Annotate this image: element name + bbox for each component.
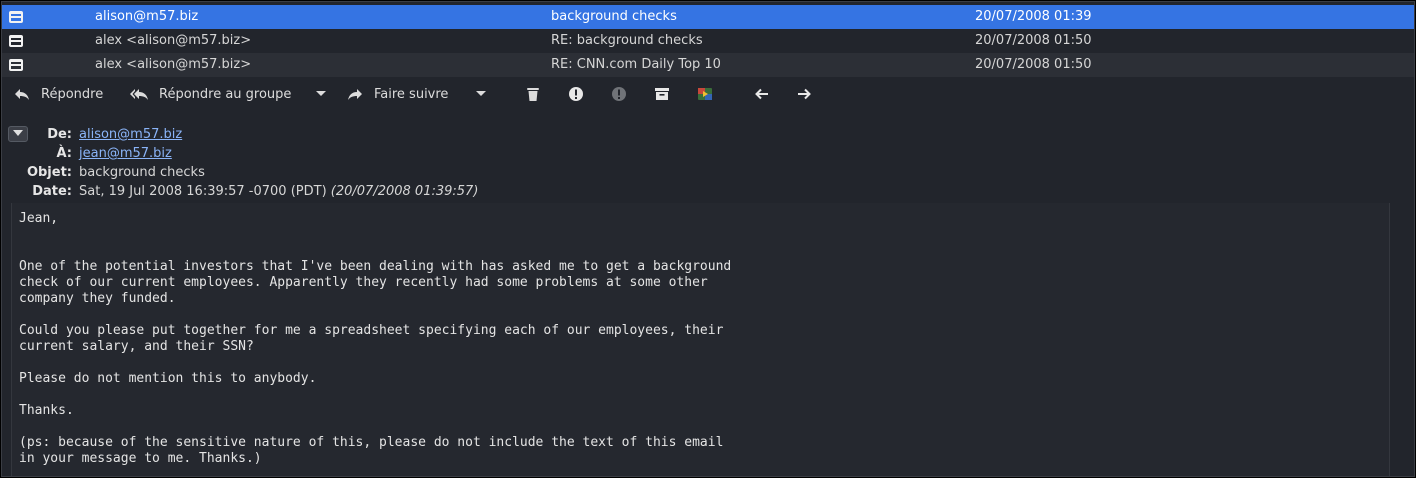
- delete-button[interactable]: [526, 77, 540, 111]
- message-subject: background checks: [551, 9, 677, 24]
- arrow-right-icon: [796, 86, 812, 102]
- reply-all-dropdown[interactable]: [315, 77, 327, 111]
- message-from: alex <alison@m57.biz>: [95, 33, 252, 48]
- message-date: 20/07/2008 01:50: [975, 57, 1092, 72]
- reply-button[interactable]: Répondre: [14, 77, 103, 111]
- message-date: 20/07/2008 01:39: [975, 9, 1092, 24]
- trash-icon: [526, 86, 540, 102]
- message-list: alison@m57.biz background checks 20/07/2…: [2, 2, 1414, 77]
- archive-icon: [654, 86, 670, 102]
- forward-button[interactable]: Faire suivre: [347, 77, 448, 111]
- date-value: Sat, 19 Jul 2008 16:39:57 -0700 (PDT): [79, 184, 327, 199]
- date-field: Sat, 19 Jul 2008 16:39:57 -0700 (PDT) (2…: [79, 184, 478, 199]
- subject-value: background checks: [79, 165, 205, 180]
- from-field: alison@m57.biz: [79, 127, 182, 142]
- message-subject: RE: background checks: [551, 33, 703, 48]
- reply-all-button[interactable]: Répondre au groupe: [130, 77, 291, 111]
- arrow-left-icon: [754, 86, 770, 102]
- message-row[interactable]: alison@m57.biz background checks 20/07/2…: [2, 5, 1414, 29]
- next-message-button[interactable]: [796, 77, 812, 111]
- message-body-text: Jean, One of the potential investors tha…: [19, 211, 732, 466]
- message-row[interactable]: alex <alison@m57.biz> RE: CNN.com Daily …: [2, 53, 1414, 77]
- junk-icon: [611, 86, 627, 102]
- to-link[interactable]: jean@m57.biz: [79, 146, 172, 161]
- mark-important-button[interactable]: [568, 77, 584, 111]
- important-icon: [568, 86, 584, 102]
- toggle-headers-button[interactable]: [8, 126, 28, 142]
- tag-button[interactable]: [697, 77, 713, 111]
- forward-icon: [347, 86, 363, 102]
- forward-dropdown[interactable]: [475, 77, 487, 111]
- message-header: De: alison@m57.biz À: jean@m57.biz Objet…: [2, 122, 1414, 202]
- to-field: jean@m57.biz: [79, 146, 172, 161]
- reply-all-label: Répondre au groupe: [159, 86, 292, 102]
- mark-junk-button[interactable]: [611, 77, 627, 111]
- message-from: alex <alison@m57.biz>: [95, 57, 252, 72]
- date-local: (20/07/2008 01:39:57): [330, 184, 479, 199]
- chevron-down-icon: [475, 90, 487, 98]
- from-link[interactable]: alison@m57.biz: [79, 127, 182, 142]
- message-body: Jean, One of the potential investors tha…: [11, 203, 1390, 476]
- envelope-icon: [8, 57, 24, 73]
- forward-label: Faire suivre: [374, 86, 449, 102]
- envelope-icon: [8, 9, 24, 25]
- message-from: alison@m57.biz: [95, 9, 199, 24]
- reply-label: Répondre: [41, 86, 104, 102]
- chevron-down-icon: [315, 90, 327, 98]
- date-label: Date:: [32, 184, 72, 199]
- subject-label: Objet:: [26, 165, 72, 180]
- reply-all-icon: [130, 86, 148, 102]
- message-date: 20/07/2008 01:50: [975, 33, 1092, 48]
- message-subject: RE: CNN.com Daily Top 10: [551, 57, 721, 72]
- archive-button[interactable]: [654, 77, 670, 111]
- from-label: De:: [47, 127, 72, 142]
- message-toolbar: Répondre Répondre au groupe Faire suivre: [2, 77, 1414, 113]
- envelope-icon: [8, 33, 24, 49]
- previous-message-button[interactable]: [754, 77, 770, 111]
- tag-icon: [697, 86, 713, 102]
- message-row[interactable]: alex <alison@m57.biz> RE: background che…: [2, 29, 1414, 53]
- mail-window: alison@m57.biz background checks 20/07/2…: [1, 1, 1415, 477]
- to-label: À:: [56, 146, 72, 161]
- reply-icon: [14, 86, 30, 102]
